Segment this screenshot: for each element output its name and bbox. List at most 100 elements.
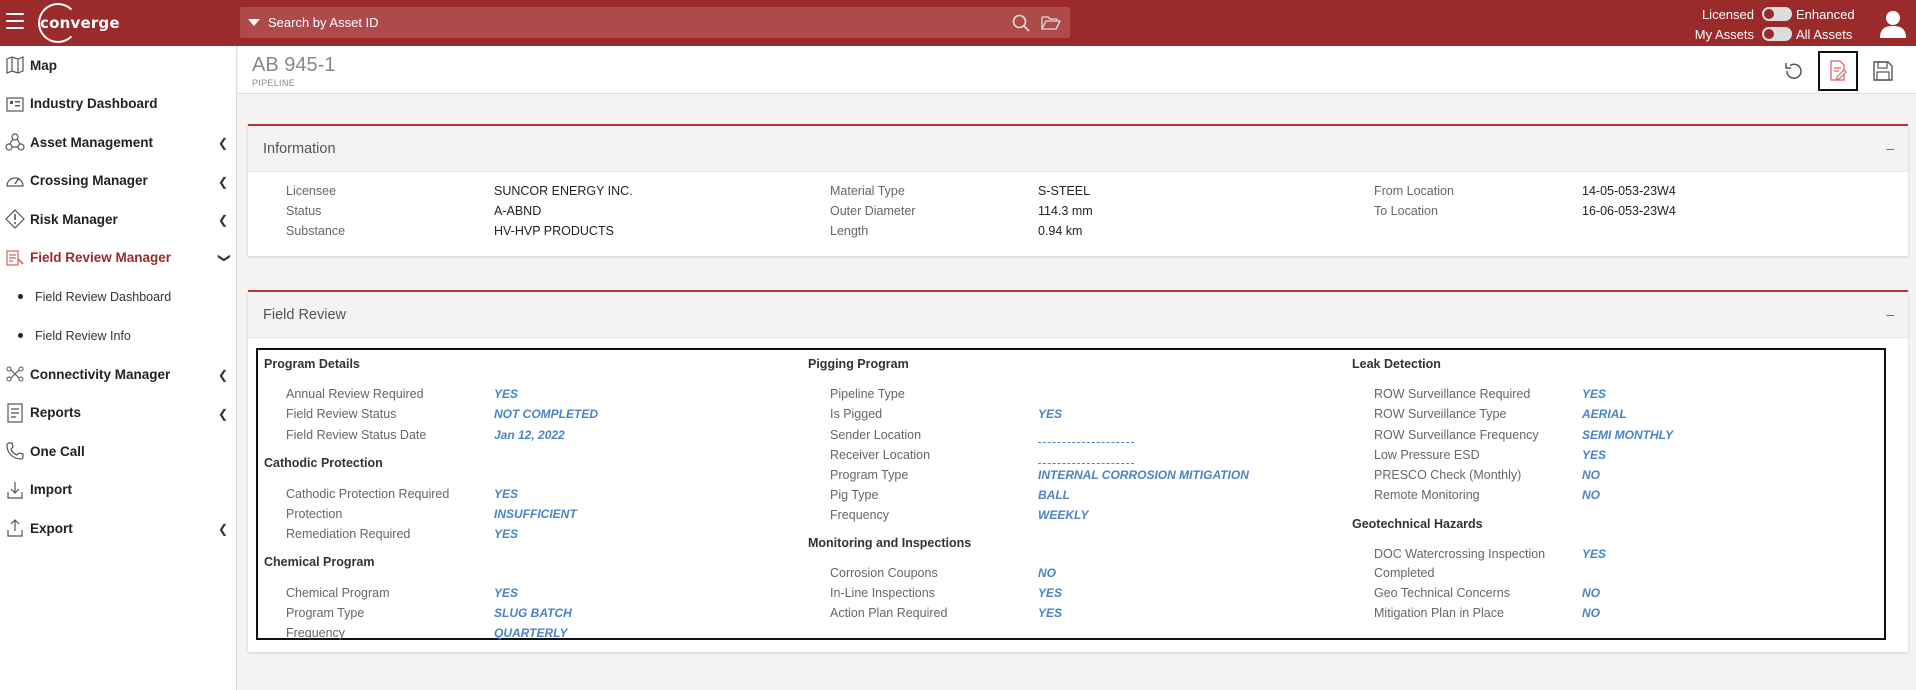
field-review-body: Program Details Annual Review Required Y… bbox=[248, 338, 1908, 646]
asset-search-input[interactable] bbox=[268, 15, 1010, 30]
refresh-button[interactable] bbox=[1774, 51, 1814, 91]
sidebar-item-risk-manager[interactable]: Risk Manager ❮ bbox=[0, 200, 236, 239]
sidebar-item-reports[interactable]: Reports ❮ bbox=[0, 394, 236, 433]
sidebar-item-import[interactable]: Import bbox=[0, 471, 236, 510]
chemical-program-label: Chemical Program bbox=[286, 586, 390, 600]
information-panel: Information – Licensee SUNCOR ENERGY INC… bbox=[248, 124, 1908, 256]
chevron-left-icon: ❮ bbox=[217, 174, 228, 189]
sidebar-item-export[interactable]: Export ❮ bbox=[0, 509, 236, 548]
sidebar-subitem-field-review-info[interactable]: Field Review Info bbox=[0, 316, 236, 355]
presco-check-label: PRESCO Check (Monthly) bbox=[1374, 468, 1522, 482]
is-pigged-value: YES bbox=[1038, 407, 1063, 421]
pigging-frequency-label: Frequency bbox=[830, 508, 890, 522]
annual-review-required-label: Annual Review Required bbox=[286, 387, 424, 401]
asset-search-bar bbox=[240, 7, 1070, 38]
outer-diameter-label: Outer Diameter bbox=[830, 204, 916, 218]
my-assets-label: My Assets bbox=[1694, 26, 1754, 42]
leak-detection-heading: Leak Detection bbox=[1352, 357, 1441, 371]
to-location-label: To Location bbox=[1374, 204, 1438, 218]
pigging-program-type-label: Program Type bbox=[830, 468, 909, 482]
information-body: Licensee SUNCOR ENERGY INC. Status A-ABN… bbox=[248, 172, 1908, 252]
information-panel-header[interactable]: Information – bbox=[248, 126, 1908, 172]
pig-type-label: Pig Type bbox=[830, 488, 879, 502]
export-icon bbox=[0, 518, 30, 538]
chevron-down-icon: ❮ bbox=[215, 252, 230, 263]
protection-label: Protection bbox=[286, 507, 343, 521]
doc-watercrossing-label: DOC Watercrossing Inspection bbox=[1374, 547, 1546, 561]
chemical-frequency-value: QUARTERLY bbox=[494, 626, 568, 640]
status-value: A-ABND bbox=[494, 204, 542, 218]
all-assets-label: All Assets bbox=[1796, 26, 1853, 42]
risk-diamond-icon bbox=[0, 209, 30, 230]
action-plan-required-label: Action Plan Required bbox=[830, 606, 948, 620]
licensed-enhanced-toggle[interactable] bbox=[1762, 7, 1792, 21]
row-surveillance-frequency-value: SEMI MONTHLY bbox=[1582, 428, 1674, 442]
search-icon[interactable] bbox=[1010, 12, 1032, 34]
folder-open-icon[interactable] bbox=[1040, 12, 1062, 34]
presco-check-value: NO bbox=[1582, 468, 1600, 482]
save-button[interactable] bbox=[1863, 51, 1903, 91]
remote-monitoring-label: Remote Monitoring bbox=[1374, 488, 1480, 502]
sidebar-item-map[interactable]: Map bbox=[0, 46, 236, 85]
save-icon bbox=[1873, 61, 1893, 81]
asset-toggles: Licensed Enhanced My Assets All Assets bbox=[1680, 4, 1855, 44]
program-details-heading: Program Details bbox=[264, 357, 360, 371]
cathodic-protection-heading: Cathodic Protection bbox=[264, 456, 383, 470]
sidebar: Map Industry Dashboard Asset Management … bbox=[0, 46, 237, 690]
pigging-program-heading: Pigging Program bbox=[808, 357, 909, 371]
row-surveillance-required-label: ROW Surveillance Required bbox=[1374, 387, 1531, 401]
sidebar-item-asset-management[interactable]: Asset Management ❮ bbox=[0, 123, 236, 162]
field-review-panel-header[interactable]: Field Review – bbox=[248, 292, 1908, 338]
gauge-icon bbox=[0, 172, 30, 190]
sidebar-subitem-field-review-dashboard[interactable]: Field Review Dashboard bbox=[0, 277, 236, 316]
low-pressure-esd-label: Low Pressure ESD bbox=[1374, 448, 1480, 462]
cathodic-protection-required-value: YES bbox=[494, 487, 519, 501]
chevron-left-icon: ❮ bbox=[217, 406, 228, 421]
sidebar-item-industry-dashboard[interactable]: Industry Dashboard bbox=[0, 85, 236, 124]
pipeline-type-label: Pipeline Type bbox=[830, 387, 905, 401]
sidebar-item-field-review-manager[interactable]: Field Review Manager ❮ bbox=[0, 239, 236, 278]
annual-review-required-value: YES bbox=[494, 387, 519, 401]
sidebar-item-crossing-manager[interactable]: Crossing Manager ❮ bbox=[0, 162, 236, 201]
collapse-field-review-button[interactable]: – bbox=[1886, 306, 1894, 322]
geo-technical-concerns-label: Geo Technical Concerns bbox=[1374, 586, 1510, 600]
licensee-value: SUNCOR ENERGY INC. bbox=[494, 184, 633, 198]
hamburger-menu-icon[interactable] bbox=[6, 13, 24, 31]
pigging-program-type-value: INTERNAL CORROSION MITIGATION bbox=[1038, 468, 1249, 482]
chemical-program-type-value: SLUG BATCH bbox=[494, 606, 572, 620]
phone-icon bbox=[0, 441, 30, 461]
sender-location-label: Sender Location bbox=[830, 428, 922, 442]
my-all-assets-toggle[interactable] bbox=[1762, 27, 1792, 41]
field-review-status-value: NOT COMPLETED bbox=[494, 407, 598, 421]
chevron-left-icon: ❮ bbox=[217, 368, 228, 382]
enhanced-label: Enhanced bbox=[1796, 6, 1855, 22]
bullet-icon bbox=[18, 294, 23, 299]
information-title: Information bbox=[263, 140, 336, 157]
substance-value: HV-HVP PRODUCTS bbox=[494, 224, 614, 238]
row-surveillance-type-value: AERIAL bbox=[1582, 407, 1627, 421]
collapse-information-button[interactable]: – bbox=[1886, 140, 1894, 156]
field-review-status-date-value: Jan 12, 2022 bbox=[494, 428, 565, 442]
outer-diameter-value: 114.3 mm bbox=[1038, 204, 1093, 218]
receiver-location-label: Receiver Location bbox=[830, 448, 931, 462]
to-location-value: 16-06-053-23W4 bbox=[1582, 204, 1676, 218]
in-line-inspections-value: YES bbox=[1038, 586, 1063, 600]
field-review-icon bbox=[0, 249, 30, 267]
doc-watercrossing-label-line2: Completed bbox=[1374, 566, 1435, 580]
dashboard-icon bbox=[0, 95, 30, 113]
remediation-required-value: YES bbox=[494, 527, 519, 541]
status-label: Status bbox=[286, 204, 322, 218]
converge-logo[interactable]: converge bbox=[34, 3, 120, 43]
action-plan-required-value: YES bbox=[1038, 606, 1063, 620]
edit-document-button[interactable] bbox=[1818, 51, 1858, 91]
corrosion-coupons-label: Corrosion Coupons bbox=[830, 566, 938, 580]
asset-type-label: PIPELINE bbox=[252, 78, 295, 88]
sidebar-item-connectivity-manager[interactable]: Connectivity Manager ❮ bbox=[0, 355, 236, 394]
bullet-icon bbox=[18, 333, 23, 338]
asset-header: AB 945-1 PIPELINE bbox=[238, 46, 1916, 94]
pigging-frequency-value: WEEKLY bbox=[1038, 508, 1089, 522]
user-avatar-icon[interactable] bbox=[1878, 8, 1908, 38]
sidebar-item-one-call[interactable]: One Call bbox=[0, 432, 236, 471]
row-surveillance-frequency-label: ROW Surveillance Frequency bbox=[1374, 428, 1539, 442]
search-dropdown-caret-icon[interactable] bbox=[248, 19, 260, 26]
